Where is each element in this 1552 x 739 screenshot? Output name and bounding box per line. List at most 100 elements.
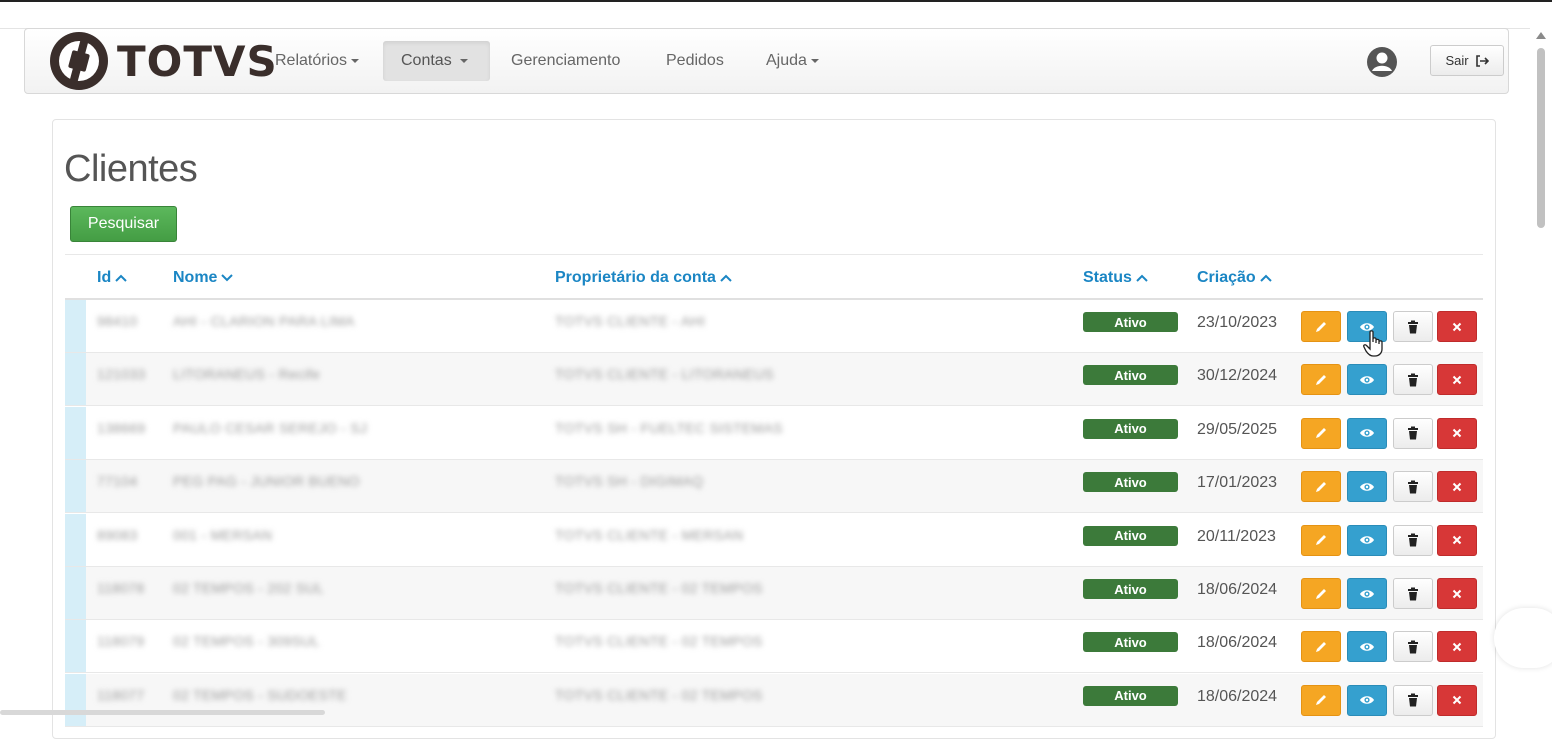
table-row[interactable]: 77104 PEG PAG - JUNIOR BUENO TOTVS SH - … — [65, 460, 1483, 514]
delete-button[interactable] — [1393, 524, 1433, 556]
edit-button[interactable] — [1301, 631, 1341, 663]
eye-icon — [1360, 643, 1374, 651]
nav-ajuda[interactable]: Ajuda — [748, 41, 837, 81]
remove-button[interactable] — [1437, 631, 1477, 663]
edit-button[interactable] — [1301, 364, 1341, 396]
cell-id: 138669 — [97, 419, 146, 436]
cell-created-date: 17/01/2023 — [1197, 474, 1278, 492]
cell-name: 02 TEMPOS - SUDOESTE — [173, 686, 347, 703]
edit-button[interactable] — [1301, 578, 1341, 609]
cell-created-date: 18/06/2024 — [1197, 581, 1278, 598]
nav-label: Gerenciamento — [511, 52, 621, 69]
cell-name: PAULO CESAR SEREJO - SJ — [173, 419, 368, 436]
horizontal-scrollbar[interactable] — [0, 710, 325, 715]
logo[interactable]: TOTVS — [49, 31, 278, 91]
floating-widget[interactable] — [1494, 608, 1552, 668]
cell-id: 98410 — [97, 313, 138, 329]
trash-icon — [1408, 480, 1418, 494]
hand-cursor-icon — [1363, 330, 1383, 357]
edit-button[interactable] — [1301, 524, 1341, 556]
column-header-nome[interactable]: Nome — [173, 269, 234, 287]
table-row[interactable]: 89083 001 - MERSAN TOTVS CLIENTE - MERSA… — [65, 513, 1483, 567]
table-row[interactable]: 138669 PAULO CESAR SEREJO - SJ TOTVS SH … — [65, 406, 1483, 460]
delete-button[interactable] — [1393, 684, 1433, 716]
remove-button[interactable] — [1437, 684, 1477, 716]
trash-icon — [1408, 587, 1418, 600]
trash-icon — [1408, 373, 1418, 387]
close-icon — [1452, 642, 1462, 652]
nav-label: Contas — [401, 52, 452, 69]
remove-button[interactable] — [1437, 524, 1477, 556]
row-accent — [65, 460, 86, 513]
column-header-id[interactable]: Id — [97, 269, 127, 287]
view-button[interactable] — [1347, 364, 1387, 396]
page-title: Clientes — [64, 148, 198, 190]
nav-gerenciamento[interactable]: Gerenciamento — [493, 41, 638, 81]
chevron-down-icon — [221, 274, 234, 282]
nav-contas[interactable]: Contas — [383, 41, 490, 81]
cell-created-date: 23/10/2023 — [1197, 314, 1278, 331]
column-header-status[interactable]: Status — [1083, 269, 1148, 287]
table-row[interactable]: 118079 02 TEMPOS - 309SUL TOTVS CLIENTE … — [65, 620, 1483, 674]
cell-owner: TOTVS CLIENTE - AHI — [555, 313, 706, 329]
caret-down-icon — [810, 58, 819, 63]
view-button[interactable] — [1347, 684, 1387, 716]
cell-created-date: 30/12/2024 — [1197, 367, 1278, 385]
delete-button[interactable] — [1393, 364, 1433, 396]
table-row[interactable]: 118078 02 TEMPOS - 202 SUL TOTVS CLIENTE… — [65, 567, 1483, 620]
eye-icon — [1360, 482, 1374, 491]
pencil-icon — [1316, 481, 1326, 492]
close-icon — [1452, 696, 1462, 705]
status-badge: Ativo — [1083, 312, 1178, 332]
table-row[interactable]: 118077 02 TEMPOS - SUDOESTE TOTVS CLIENT… — [65, 673, 1483, 727]
edit-button[interactable] — [1301, 471, 1341, 503]
remove-button[interactable] — [1437, 311, 1477, 342]
edit-button[interactable] — [1301, 311, 1341, 342]
delete-button[interactable] — [1393, 471, 1433, 503]
trash-icon — [1408, 640, 1418, 654]
logout-button[interactable]: Sair — [1430, 45, 1504, 76]
cell-id: 121033 — [97, 366, 146, 383]
nav-pedidos[interactable]: Pedidos — [648, 41, 742, 81]
column-header-proprietario[interactable]: Proprietário da conta — [555, 269, 732, 287]
trash-icon — [1408, 693, 1418, 707]
pencil-icon — [1316, 641, 1326, 652]
cell-name: LITORANEUS - Recife — [173, 366, 321, 383]
remove-button[interactable] — [1437, 471, 1477, 503]
table-row[interactable]: 121033 LITORANEUS - Recife TOTVS CLIENTE… — [65, 353, 1483, 407]
view-button[interactable] — [1347, 631, 1387, 663]
user-circle-icon[interactable] — [1366, 46, 1398, 78]
delete-button[interactable] — [1393, 417, 1433, 449]
eye-icon — [1360, 429, 1374, 438]
nav-relatorios[interactable]: Relatórios — [257, 41, 377, 81]
delete-button[interactable] — [1393, 578, 1433, 609]
delete-button[interactable] — [1393, 631, 1433, 663]
column-header-criacao[interactable]: Criação — [1197, 269, 1272, 287]
eye-icon — [1360, 376, 1374, 384]
scrollbar-thumb[interactable] — [1537, 48, 1545, 228]
view-button[interactable] — [1347, 578, 1387, 609]
row-accent — [65, 300, 86, 352]
view-button[interactable] — [1347, 471, 1387, 503]
remove-button[interactable] — [1437, 364, 1477, 396]
edit-button[interactable] — [1301, 684, 1341, 716]
pencil-icon — [1316, 321, 1326, 332]
remove-button[interactable] — [1437, 578, 1477, 609]
view-button[interactable] — [1347, 417, 1387, 449]
delete-button[interactable] — [1393, 311, 1433, 342]
chevron-up-icon — [1136, 274, 1148, 282]
scroll-up-arrow-icon[interactable] — [1536, 32, 1546, 39]
cell-created-date: 18/06/2024 — [1197, 634, 1278, 652]
eye-icon — [1360, 589, 1374, 598]
view-button[interactable] — [1347, 524, 1387, 556]
table-row[interactable]: 98410 AHI - CLARION PARA LIMA TOTVS CLIE… — [65, 300, 1483, 353]
edit-button[interactable] — [1301, 417, 1341, 449]
pencil-icon — [1316, 374, 1326, 385]
table-header: Id Nome Proprietário da conta Status Cri… — [65, 254, 1483, 300]
row-accent — [65, 353, 86, 406]
search-button[interactable]: Pesquisar — [70, 206, 177, 242]
close-icon — [1452, 535, 1462, 545]
eye-icon — [1360, 536, 1374, 544]
pencil-icon — [1316, 695, 1326, 706]
remove-button[interactable] — [1437, 417, 1477, 449]
